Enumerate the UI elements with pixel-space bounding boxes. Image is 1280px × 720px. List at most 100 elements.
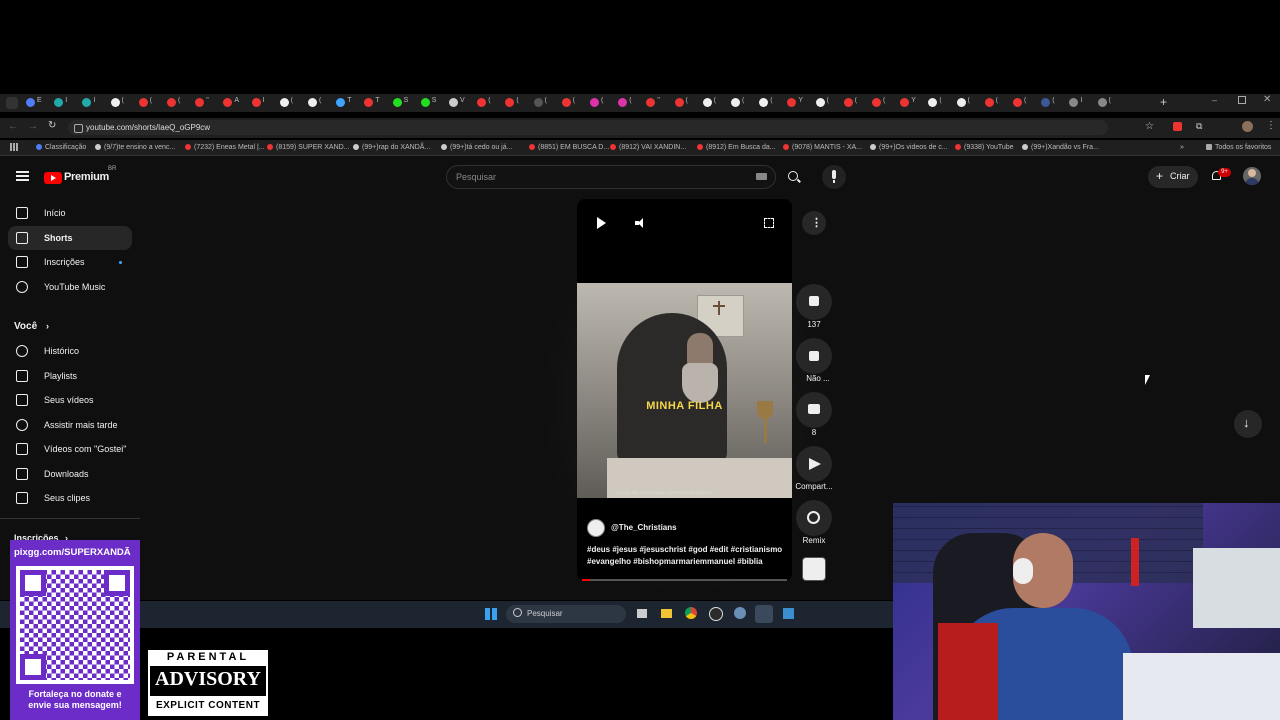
browser-tab[interactable]: " [644,97,670,109]
windows-start-icon[interactable] [485,608,497,620]
browser-tab[interactable]: ( [1096,97,1122,109]
browser-tab[interactable]: I [250,97,276,109]
sidebar-item-playlists[interactable]: Playlists [8,364,132,388]
browser-tab[interactable]: ( [475,97,501,109]
bookmark-item[interactable]: (9338) YouTube [955,142,1014,153]
browser-tab[interactable]: ( [870,97,896,109]
back-icon[interactable]: ← [8,121,18,132]
app-icon[interactable] [783,608,794,619]
bookmark-item[interactable]: (99+)rap do XANDÃ... [353,142,430,153]
browser-tab[interactable]: ( [278,97,304,109]
browser-tab[interactable]: T [334,97,360,109]
volume-icon[interactable] [635,218,647,228]
browser-tab[interactable]: ( [926,97,952,109]
bookmark-item[interactable]: Classificação [36,142,86,153]
sidebar-item-liked[interactable]: Vídeos com "Gostei" [8,437,132,461]
browser-tab[interactable]: ( [109,97,135,109]
browser-menu-icon[interactable]: ⋮ [1266,120,1276,131]
bookmark-item[interactable]: (9/7)te ensino a venc... [95,142,175,153]
create-button[interactable]: + Criar [1148,166,1198,188]
youtube-logo[interactable]: Premium BR [44,166,124,186]
browser-tab[interactable]: ( [306,97,332,109]
search-button[interactable] [776,165,812,189]
browser-tab[interactable]: ( [842,97,868,109]
browser-tab[interactable]: ( [673,97,699,109]
extension-red-icon[interactable] [1173,122,1182,131]
sidebar-item-clips[interactable]: Seus clipes [8,486,132,510]
browser-tab[interactable]: " [193,97,219,109]
bookmark-item[interactable]: (8851) EM BUSCA D... [529,142,609,153]
browser-tab[interactable]: ( [616,97,642,109]
new-tab-button[interactable]: + [1160,95,1167,109]
sidebar-item-watch-later[interactable]: Assistir mais tarde [8,413,132,437]
sidebar-item-subscriptions[interactable]: Inscrições [8,250,132,274]
browser-tab[interactable]: V [447,97,473,109]
browser-tab[interactable]: S [391,97,417,109]
extensions-icon[interactable]: ⧉ [1196,121,1202,132]
video-frame[interactable]: MINHA FILHA © 2023 THE CHRISTIANS COPYRI… [577,283,792,498]
sidebar-item-your-videos[interactable]: Seus vídeos [8,388,132,412]
url-field[interactable]: youtube.com/shorts/IaeQ_oGP9cw [68,120,1108,135]
task-view-icon[interactable] [637,609,647,618]
browser-tab[interactable]: ( [701,97,727,109]
sound-thumbnail[interactable] [802,557,826,581]
bookmark-item[interactable]: (99+)Os videos de c... [870,142,948,153]
browser-tab[interactable]: ( [1039,97,1065,109]
browser-tab[interactable]: I [1067,97,1093,109]
bookmark-item[interactable]: (7232) Eneas Metal |... [185,142,265,153]
close-window-button[interactable]: ✕ [1263,94,1271,105]
chrome-icon[interactable] [685,607,697,619]
forward-icon[interactable]: → [28,121,38,132]
fullscreen-icon[interactable] [764,218,774,228]
browser-tab[interactable]: ( [560,97,586,109]
apps-grid-icon[interactable] [10,143,18,151]
browser-tab[interactable]: ( [955,97,981,109]
browser-tab[interactable]: ( [757,97,783,109]
obs-icon[interactable] [709,607,723,621]
browser-tab[interactable]: ( [588,97,614,109]
maximize-button[interactable] [1238,96,1246,104]
browser-tab[interactable]: E [24,97,50,109]
settings-gear-icon[interactable] [734,607,746,619]
bookmark-item[interactable]: (99+)tá cedo ou já... [441,142,512,153]
voice-search-button[interactable] [822,165,846,189]
hamburger-menu-icon[interactable] [16,171,29,181]
account-avatar[interactable] [1243,167,1261,185]
browser-tab[interactable]: ( [729,97,755,109]
sidebar-item-history[interactable]: Histórico [8,339,132,363]
browser-tab[interactable]: ( [814,97,840,109]
bookmark-item[interactable]: (9078) MANTIS - XA... [783,142,862,153]
channel-avatar[interactable] [587,519,605,537]
dislike-button[interactable] [796,338,832,374]
tab-search-button[interactable] [6,97,18,109]
browser-tab[interactable]: Y [785,97,811,109]
sidebar-item-downloads[interactable]: Downloads [8,462,132,486]
site-info-icon[interactable] [74,124,83,133]
profile-avatar[interactable] [1242,121,1253,132]
reload-icon[interactable]: ↻ [48,120,56,131]
browser-tab[interactable]: I [52,97,78,109]
sidebar-item-shorts[interactable]: Shorts [8,225,132,250]
browser-tab[interactable]: S [419,97,445,109]
bookmarks-overflow-icon[interactable]: » [1180,142,1184,153]
browser-tab[interactable]: I [80,97,106,109]
bookmark-item[interactable]: (8159) SUPER XAND... [267,142,350,153]
steam-icon[interactable] [755,605,773,623]
like-button[interactable] [796,284,832,320]
channel-name[interactable]: @The_Christians [611,523,677,532]
browser-tab[interactable]: ( [983,97,1009,109]
browser-tab[interactable]: A [221,97,247,109]
browser-tab[interactable]: ( [1011,97,1037,109]
comments-button[interactable] [796,392,832,428]
progress-bar[interactable] [582,579,787,581]
browser-tab[interactable]: ( [137,97,163,109]
browser-tab[interactable]: T [362,97,388,109]
next-short-button[interactable]: ↓ [1234,410,1262,438]
play-button[interactable] [597,217,607,229]
browser-tab[interactable]: ( [165,97,191,109]
more-options-button[interactable]: ⋮ [802,211,826,235]
bookmark-item[interactable]: (8912) VAI XANDIN... [610,142,686,153]
bookmark-item[interactable]: (99+)Xandão vs Fra... [1022,142,1099,153]
sidebar-item-home[interactable]: Início [8,201,132,225]
search-input[interactable]: Pesquisar [446,165,776,189]
